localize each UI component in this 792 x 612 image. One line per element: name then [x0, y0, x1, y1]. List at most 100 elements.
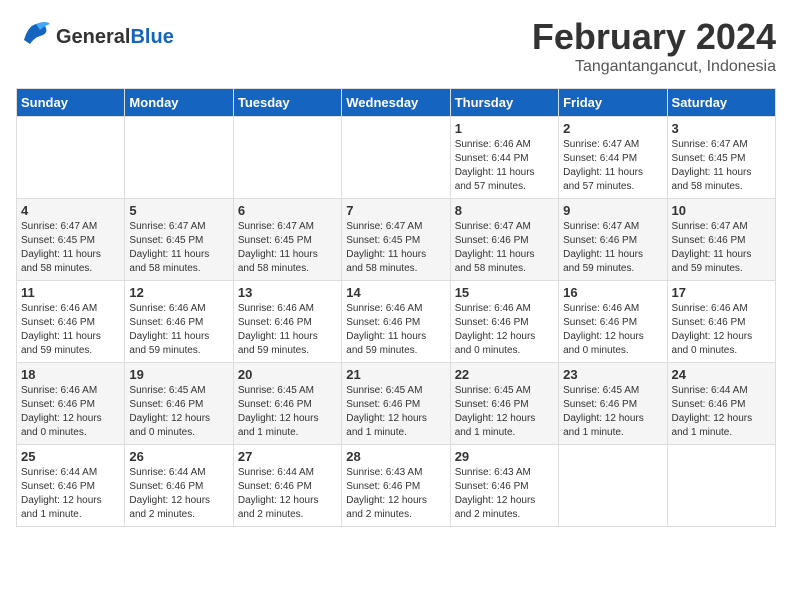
- calendar-cell: 15 Sunrise: 6:46 AM Sunset: 6:46 PM Dayli…: [450, 281, 558, 363]
- header-day-friday: Friday: [559, 89, 667, 117]
- logo-text: GeneralBlue: [56, 26, 174, 48]
- day-number: 22: [455, 367, 554, 382]
- calendar-cell: [667, 445, 775, 527]
- day-info: Sunrise: 6:46 AM Sunset: 6:46 PM Dayligh…: [563, 302, 662, 358]
- day-number: 14: [346, 285, 445, 300]
- calendar-cell: [233, 117, 341, 199]
- day-number: 10: [672, 203, 771, 218]
- calendar-week-4: 18 Sunrise: 6:46 AM Sunset: 6:46 PM Dayli…: [17, 363, 776, 445]
- calendar-cell: [342, 117, 450, 199]
- header-day-tuesday: Tuesday: [233, 89, 341, 117]
- day-number: 21: [346, 367, 445, 382]
- day-number: 26: [129, 449, 228, 464]
- calendar-week-5: 25 Sunrise: 6:44 AM Sunset: 6:46 PM Dayli…: [17, 445, 776, 527]
- calendar-week-3: 11Sunrise: 6:46 AM Sunset: 6:46 PM Dayli…: [17, 281, 776, 363]
- calendar-cell: 6 Sunrise: 6:47 AM Sunset: 6:45 PM Daylig…: [233, 199, 341, 281]
- calendar-cell: 26Sunrise: 6:44 AM Sunset: 6:46 PM Dayli…: [125, 445, 233, 527]
- day-number: 5: [129, 203, 228, 218]
- calendar-cell: 11Sunrise: 6:46 AM Sunset: 6:46 PM Dayli…: [17, 281, 125, 363]
- calendar-cell: 9Sunrise: 6:47 AM Sunset: 6:46 PM Daylig…: [559, 199, 667, 281]
- day-info: Sunrise: 6:46 AM Sunset: 6:46 PM Dayligh…: [21, 384, 120, 440]
- day-info: Sunrise: 6:46 AM Sunset: 6:46 PM Dayligh…: [129, 302, 228, 358]
- calendar-week-2: 4 Sunrise: 6:47 AM Sunset: 6:45 PM Daylig…: [17, 199, 776, 281]
- calendar-cell: 4 Sunrise: 6:47 AM Sunset: 6:45 PM Daylig…: [17, 199, 125, 281]
- header-day-thursday: Thursday: [450, 89, 558, 117]
- calendar-cell: [17, 117, 125, 199]
- calendar-cell: [559, 445, 667, 527]
- calendar-cell: 13 Sunrise: 6:46 AM Sunset: 6:46 PM Dayli…: [233, 281, 341, 363]
- logo: GeneralBlue: [16, 16, 174, 57]
- calendar-cell: 19 Sunrise: 6:45 AM Sunset: 6:46 PM Dayli…: [125, 363, 233, 445]
- day-info: Sunrise: 6:44 AM Sunset: 6:46 PM Dayligh…: [238, 466, 337, 522]
- day-number: 7: [346, 203, 445, 218]
- day-number: 8: [455, 203, 554, 218]
- calendar-cell: 27 Sunrise: 6:44 AM Sunset: 6:46 PM Dayli…: [233, 445, 341, 527]
- day-number: 3: [672, 121, 771, 136]
- logo-icon: [16, 16, 52, 52]
- calendar-cell: 8 Sunrise: 6:47 AM Sunset: 6:46 PM Daylig…: [450, 199, 558, 281]
- day-info: Sunrise: 6:45 AM Sunset: 6:46 PM Dayligh…: [129, 384, 228, 440]
- calendar-cell: 12 Sunrise: 6:46 AM Sunset: 6:46 PM Dayli…: [125, 281, 233, 363]
- day-number: 2: [563, 121, 662, 136]
- day-info: Sunrise: 6:44 AM Sunset: 6:46 PM Dayligh…: [672, 384, 771, 440]
- day-info: Sunrise: 6:47 AM Sunset: 6:44 PM Dayligh…: [563, 138, 662, 194]
- calendar-cell: 16 Sunrise: 6:46 AM Sunset: 6:46 PM Dayli…: [559, 281, 667, 363]
- calendar-cell: 1Sunrise: 6:46 AM Sunset: 6:44 PM Daylig…: [450, 117, 558, 199]
- calendar-cell: 10 Sunrise: 6:47 AM Sunset: 6:46 PM Dayli…: [667, 199, 775, 281]
- day-number: 1: [455, 121, 554, 136]
- calendar-cell: 22Sunrise: 6:45 AM Sunset: 6:46 PM Dayli…: [450, 363, 558, 445]
- day-number: 24: [672, 367, 771, 382]
- day-number: 18: [21, 367, 120, 382]
- header-day-saturday: Saturday: [667, 89, 775, 117]
- day-number: 27: [238, 449, 337, 464]
- calendar-cell: 20 Sunrise: 6:45 AM Sunset: 6:46 PM Dayli…: [233, 363, 341, 445]
- day-number: 4: [21, 203, 120, 218]
- day-info: Sunrise: 6:46 AM Sunset: 6:46 PM Dayligh…: [21, 302, 120, 358]
- header-day-sunday: Sunday: [17, 89, 125, 117]
- calendar-week-1: 1Sunrise: 6:46 AM Sunset: 6:44 PM Daylig…: [17, 117, 776, 199]
- day-info: Sunrise: 6:45 AM Sunset: 6:46 PM Dayligh…: [238, 384, 337, 440]
- day-info: Sunrise: 6:47 AM Sunset: 6:45 PM Dayligh…: [129, 220, 228, 276]
- day-info: Sunrise: 6:47 AM Sunset: 6:46 PM Dayligh…: [455, 220, 554, 276]
- day-number: 6: [238, 203, 337, 218]
- day-info: Sunrise: 6:46 AM Sunset: 6:46 PM Dayligh…: [346, 302, 445, 358]
- calendar-cell: 7 Sunrise: 6:47 AM Sunset: 6:45 PM Daylig…: [342, 199, 450, 281]
- day-number: 9: [563, 203, 662, 218]
- day-info: Sunrise: 6:47 AM Sunset: 6:45 PM Dayligh…: [21, 220, 120, 276]
- calendar-cell: 29 Sunrise: 6:43 AM Sunset: 6:46 PM Dayli…: [450, 445, 558, 527]
- calendar-header-row: SundayMondayTuesdayWednesdayThursdayFrid…: [17, 89, 776, 117]
- day-info: Sunrise: 6:43 AM Sunset: 6:46 PM Dayligh…: [455, 466, 554, 522]
- page-header: GeneralBlue February 2024 Tangantangancu…: [16, 16, 776, 76]
- calendar-cell: [125, 117, 233, 199]
- title-block: February 2024 Tangantangancut, Indonesia: [532, 16, 776, 76]
- day-number: 16: [563, 285, 662, 300]
- day-info: Sunrise: 6:47 AM Sunset: 6:45 PM Dayligh…: [346, 220, 445, 276]
- calendar-cell: 2 Sunrise: 6:47 AM Sunset: 6:44 PM Daylig…: [559, 117, 667, 199]
- day-number: 13: [238, 285, 337, 300]
- day-info: Sunrise: 6:47 AM Sunset: 6:45 PM Dayligh…: [238, 220, 337, 276]
- page-title: February 2024: [532, 16, 776, 58]
- day-info: Sunrise: 6:47 AM Sunset: 6:46 PM Dayligh…: [672, 220, 771, 276]
- calendar-cell: 21Sunrise: 6:45 AM Sunset: 6:46 PM Dayli…: [342, 363, 450, 445]
- calendar-cell: 18 Sunrise: 6:46 AM Sunset: 6:46 PM Dayli…: [17, 363, 125, 445]
- day-number: 25: [21, 449, 120, 464]
- day-number: 17: [672, 285, 771, 300]
- day-info: Sunrise: 6:46 AM Sunset: 6:46 PM Dayligh…: [238, 302, 337, 358]
- day-number: 23: [563, 367, 662, 382]
- day-info: Sunrise: 6:47 AM Sunset: 6:45 PM Dayligh…: [672, 138, 771, 194]
- day-number: 19: [129, 367, 228, 382]
- day-number: 12: [129, 285, 228, 300]
- day-info: Sunrise: 6:46 AM Sunset: 6:46 PM Dayligh…: [672, 302, 771, 358]
- day-number: 29: [455, 449, 554, 464]
- day-number: 28: [346, 449, 445, 464]
- day-number: 20: [238, 367, 337, 382]
- calendar-cell: 25Sunrise: 6:44 AM Sunset: 6:46 PM Dayli…: [17, 445, 125, 527]
- header-day-monday: Monday: [125, 89, 233, 117]
- calendar-cell: 17 Sunrise: 6:46 AM Sunset: 6:46 PM Dayli…: [667, 281, 775, 363]
- calendar-cell: 5 Sunrise: 6:47 AM Sunset: 6:45 PM Daylig…: [125, 199, 233, 281]
- calendar-cell: 28Sunrise: 6:43 AM Sunset: 6:46 PM Dayli…: [342, 445, 450, 527]
- day-number: 15: [455, 285, 554, 300]
- page-subtitle: Tangantangancut, Indonesia: [532, 58, 776, 76]
- calendar-cell: 23Sunrise: 6:45 AM Sunset: 6:46 PM Dayli…: [559, 363, 667, 445]
- day-info: Sunrise: 6:46 AM Sunset: 6:46 PM Dayligh…: [455, 302, 554, 358]
